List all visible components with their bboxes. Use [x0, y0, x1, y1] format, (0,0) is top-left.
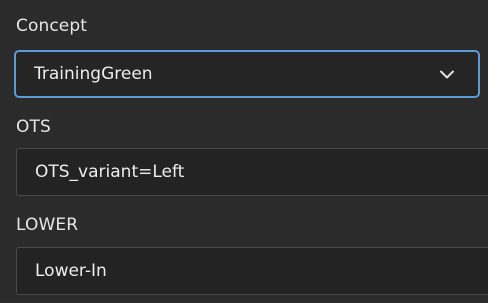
concept-label: Concept	[16, 16, 88, 36]
concept-selected-value: TrainingGreen	[34, 64, 153, 84]
ots-value: OTS_variant=Left	[35, 162, 185, 182]
lower-label: LOWER	[16, 215, 79, 235]
chevron-down-icon[interactable]	[440, 67, 454, 81]
ots-field[interactable]: OTS_variant=Left	[16, 148, 488, 196]
concept-select[interactable]: TrainingGreen	[14, 50, 480, 98]
lower-value: Lower-In	[35, 261, 107, 281]
ots-label: OTS	[16, 117, 51, 137]
properties-panel: Concept TrainingGreen OTS OTS_variant=Le…	[0, 0, 488, 303]
lower-field[interactable]: Lower-In	[16, 247, 488, 295]
